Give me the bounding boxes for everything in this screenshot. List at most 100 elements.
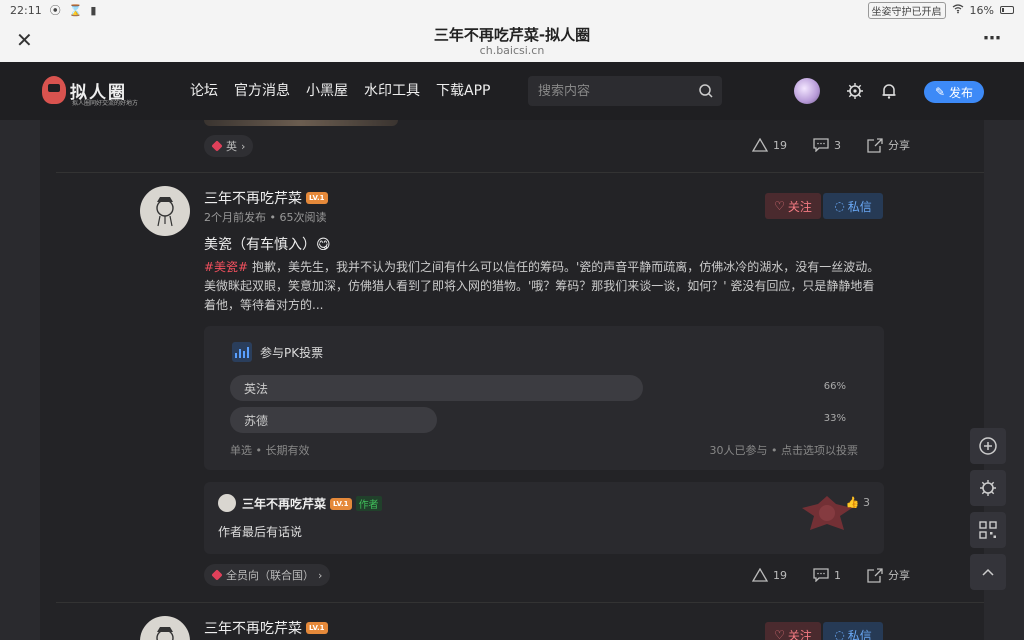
post-divider — [56, 172, 984, 173]
chevron-right-icon: › — [241, 139, 246, 153]
search-input[interactable] — [528, 76, 688, 106]
post-author[interactable]: 三年不再吃芹菜 LV.1 — [204, 188, 328, 208]
pk-vote-title: 参与PK投票 — [260, 345, 324, 360]
vote-option-label: 英法 — [244, 382, 269, 396]
status-bar: 22:11 ⦿ ⌛ ▮ 坐姿守护已开启 16% — [0, 0, 1024, 20]
doodle-avatar-icon — [156, 197, 174, 227]
previous-post-tag-label: 英 — [226, 140, 237, 153]
level-badge: LV.1 — [330, 497, 352, 510]
posture-guard-badge: 坐姿守护已开启 — [867, 1, 946, 19]
level-badge: LV.1 — [306, 192, 328, 204]
like-button[interactable]: 19 — [752, 138, 787, 152]
comment-icon — [813, 138, 829, 152]
previous-post-tag[interactable]: 英 › — [204, 135, 254, 157]
follow-label: 关注 — [787, 199, 812, 214]
vote-option-label: 苏德 — [244, 414, 269, 428]
search-icon[interactable] — [698, 83, 714, 99]
browser-bar: ✕ 三年不再吃芹菜-拟人圈 ch.baicsi.cn ⋯ — [0, 20, 1024, 62]
site-header: 拟人圈 拟人圈同好交流的好地方 论坛 官方消息 小黑屋 水印工具 下载APP ✎… — [0, 62, 1024, 120]
comment-count: 1 — [834, 568, 841, 582]
share-button[interactable]: 分享 — [867, 567, 910, 583]
logo-mark-icon — [42, 76, 66, 104]
thumbs-up-icon: 👍 — [845, 496, 860, 509]
nav-item-watermark[interactable]: 水印工具 — [364, 80, 420, 100]
share-icon — [867, 567, 883, 583]
nav-item-download[interactable]: 下载APP — [436, 80, 490, 100]
heart-icon: ♡ — [774, 628, 785, 640]
next-follow-button[interactable]: ♡ 关注 — [765, 622, 821, 640]
share-button[interactable]: 分享 — [867, 137, 910, 153]
comment-button[interactable]: 3 — [813, 138, 841, 152]
qr-code-button[interactable] — [970, 512, 1006, 548]
nav-item-official[interactable]: 官方消息 — [234, 80, 290, 100]
publish-button[interactable]: ✎ 发布 — [924, 81, 984, 103]
plus-circle-icon — [979, 437, 997, 455]
battery-icon — [1000, 6, 1014, 14]
share-label: 分享 — [888, 569, 910, 582]
comment-button[interactable]: 1 — [813, 568, 841, 582]
nav-item-blackroom[interactable]: 小黑屋 — [306, 80, 348, 100]
back-to-top-button[interactable] — [970, 554, 1006, 590]
user-avatar[interactable] — [794, 78, 820, 104]
next-message-button[interactable]: ◌ 私信 — [823, 622, 883, 640]
search-box — [528, 76, 722, 106]
site-logo[interactable]: 拟人圈 拟人圈同好交流的好地方 — [42, 76, 138, 107]
triangle-like-icon — [752, 568, 768, 582]
post-meta: 2个月前发布 • 65次阅读 — [204, 211, 327, 224]
chat-bubble-icon: ◌ — [834, 199, 845, 213]
chat-bubble-icon: ◌ — [834, 628, 845, 640]
author-avatar[interactable] — [140, 186, 190, 236]
settings-button[interactable] — [970, 470, 1006, 506]
vote-option[interactable]: 苏德 33% — [230, 407, 856, 433]
follow-button[interactable]: ♡ 关注 — [765, 193, 821, 219]
previous-post-actions: 19 3 分享 — [752, 137, 910, 153]
battery-text: 16% — [969, 3, 994, 17]
pk-vote-header: 参与PK投票 — [232, 342, 323, 362]
tag-cube-icon — [211, 569, 223, 581]
post-tag[interactable]: 全员向（联合国） › — [204, 564, 331, 586]
like-count: 19 — [773, 138, 787, 152]
floating-toolbar — [970, 428, 1006, 590]
share-label: 分享 — [888, 139, 910, 152]
qr-code-icon — [979, 521, 997, 539]
like-button[interactable]: 19 — [752, 568, 787, 582]
vote-option-percent: 66% — [823, 381, 846, 392]
message-label: 私信 — [847, 199, 872, 214]
author-note-card[interactable]: 三年不再吃芹菜 LV.1 作者 作者最后有话说 👍 3 — [204, 482, 884, 554]
post-excerpt[interactable]: #美瓷# 抱歉，美先生，我并不认为我们之间有什么可以信任的筹码。'瓷的声音平静而… — [204, 258, 884, 315]
add-post-button[interactable] — [970, 428, 1006, 464]
bar-chart-icon — [232, 342, 252, 362]
vote-participants: 30人已参与 • 点击选项以投票 — [709, 444, 858, 457]
post-author-name: 三年不再吃芹菜 — [204, 191, 302, 207]
wifi-icon — [952, 3, 964, 17]
main-nav: 论坛 官方消息 小黑屋 水印工具 下载APP — [190, 80, 490, 100]
nav-item-forum[interactable]: 论坛 — [190, 80, 218, 100]
post-feed: 英 › 19 3 分享 三年不再吃芹菜 LV.1 2个月前发布 • 65次阅读 … — [40, 120, 984, 640]
bell-icon[interactable] — [879, 81, 899, 101]
post-actions: 19 1 分享 — [752, 567, 910, 583]
record-icon: ⦿ — [49, 4, 61, 17]
vote-option[interactable]: 英法 66% — [230, 375, 856, 401]
like-count: 19 — [773, 568, 787, 582]
message-button[interactable]: ◌ 私信 — [823, 193, 883, 219]
more-icon[interactable]: ⋯ — [983, 28, 1002, 49]
comment-count: 3 — [834, 138, 841, 152]
publish-label: 发布 — [949, 85, 974, 100]
author-note-like-count: 3 — [863, 496, 870, 509]
next-author-avatar[interactable] — [140, 616, 190, 640]
post-title[interactable]: 美瓷（有车慎入）😋 — [204, 234, 331, 254]
level-badge: LV.1 — [306, 622, 328, 634]
author-note-name: 三年不再吃芹菜 — [242, 497, 327, 511]
vote-option-fill — [230, 375, 644, 401]
next-follow-label: 关注 — [787, 628, 812, 640]
next-post-author-name: 三年不再吃芹菜 — [204, 621, 302, 637]
post-hashtag[interactable]: #美瓷# — [204, 260, 248, 274]
author-note-likes[interactable]: 👍 3 — [846, 496, 870, 509]
vote-rules: 单选 • 长期有效 — [230, 444, 310, 457]
next-post-author[interactable]: 三年不再吃芹菜 LV.1 — [204, 618, 328, 638]
pk-vote-card: 参与PK投票 英法 66% 苏德 33% 单选 • 长期有效 30人已参与 • … — [204, 326, 884, 470]
tag-cube-icon — [211, 140, 223, 152]
next-message-label: 私信 — [847, 628, 872, 640]
settings-gear-icon[interactable] — [845, 81, 865, 101]
logo-subtitle: 拟人圈同好交流的好地方 — [72, 100, 139, 107]
